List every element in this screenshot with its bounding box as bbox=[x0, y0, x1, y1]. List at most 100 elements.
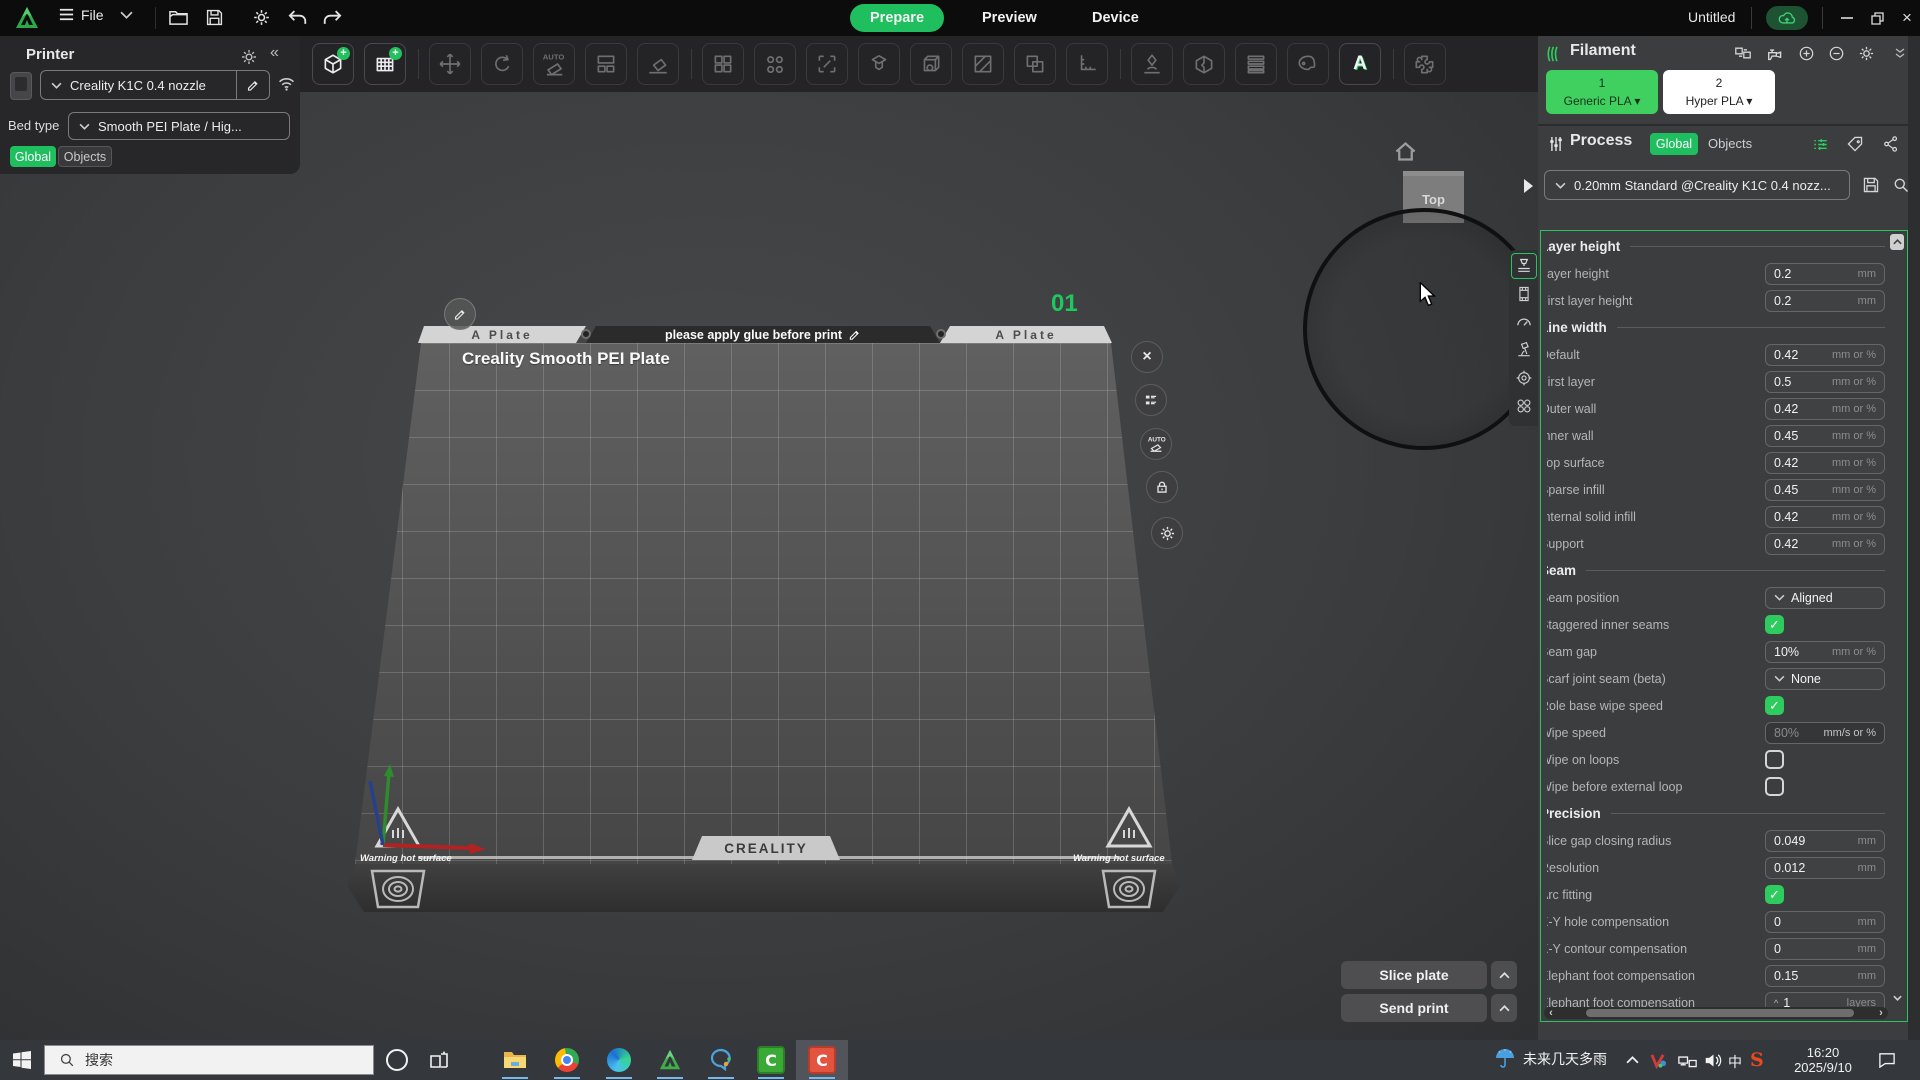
param-input[interactable]: 80%mm/s or % bbox=[1765, 722, 1885, 744]
cortana-button[interactable] bbox=[382, 1045, 412, 1075]
scope-tab-global[interactable]: Global bbox=[10, 146, 56, 167]
bed-type-select[interactable]: Smooth PEI Plate / Hig... bbox=[68, 112, 290, 140]
restore-button[interactable] bbox=[1862, 0, 1892, 36]
param-input[interactable]: 0.42mm or % bbox=[1765, 506, 1885, 528]
param-input[interactable]: 0.42mm or % bbox=[1765, 533, 1885, 555]
filament-settings-gear-icon[interactable] bbox=[1858, 45, 1875, 62]
slice-options-caret[interactable] bbox=[1491, 961, 1517, 989]
param-input[interactable]: 0.012mm bbox=[1765, 857, 1885, 879]
assembly-button[interactable] bbox=[858, 43, 900, 85]
tab-preview[interactable]: Preview bbox=[962, 4, 1057, 32]
edit-printer-pencil-icon[interactable] bbox=[246, 78, 260, 92]
rotate-button[interactable] bbox=[481, 43, 523, 85]
text-tool-button[interactable]: A bbox=[1339, 43, 1381, 85]
ime-indicator[interactable]: 中 bbox=[1728, 1052, 1742, 1072]
taskbar-app-app-green-c[interactable]: C bbox=[756, 1045, 786, 1075]
speaker-icon[interactable] bbox=[1704, 1052, 1723, 1069]
collapse-panel-icon[interactable]: « bbox=[270, 44, 279, 62]
tab-prepare[interactable]: Prepare bbox=[850, 4, 944, 32]
preset-tag-icon[interactable] bbox=[1846, 135, 1864, 153]
param-select[interactable]: None bbox=[1765, 668, 1885, 690]
save-preset-icon[interactable] bbox=[1862, 176, 1880, 194]
home-view-icon[interactable] bbox=[1393, 140, 1418, 163]
hidden-icons-chevron[interactable] bbox=[1626, 1055, 1639, 1064]
taskbar-app-chrome[interactable] bbox=[552, 1045, 582, 1075]
add-filament-icon[interactable] bbox=[1798, 45, 1815, 62]
arrange-button[interactable] bbox=[585, 43, 627, 85]
move-button[interactable] bbox=[429, 43, 471, 85]
3d-viewport[interactable]: A Plate please apply glue before print A… bbox=[0, 36, 1538, 1040]
scroll-left-arrow[interactable]: ‹ bbox=[1544, 1007, 1558, 1019]
taskbar-search[interactable]: 搜索 bbox=[44, 1045, 374, 1075]
scroll-right-arrow[interactable]: › bbox=[1874, 1007, 1888, 1019]
add-model-button[interactable]: + bbox=[312, 43, 354, 85]
param-input[interactable]: 0.42mm or % bbox=[1765, 452, 1885, 474]
weather-widget[interactable]: 未来几天多雨 bbox=[1494, 1048, 1607, 1070]
category-speed-icon[interactable] bbox=[1511, 309, 1537, 335]
remove-filament-icon[interactable] bbox=[1828, 45, 1845, 62]
split-to-parts-button[interactable] bbox=[754, 43, 796, 85]
param-table-icon[interactable] bbox=[1812, 136, 1829, 153]
task-view-button[interactable] bbox=[424, 1045, 454, 1075]
close-window-button[interactable]: × bbox=[1892, 0, 1920, 36]
scroll-down-button[interactable] bbox=[1890, 991, 1904, 1005]
send-print-button[interactable]: Send print bbox=[1341, 994, 1487, 1022]
undo-icon[interactable] bbox=[288, 9, 308, 26]
process-tab-global[interactable]: Global bbox=[1650, 133, 1698, 155]
lock-plate-button[interactable] bbox=[1146, 471, 1178, 503]
collapse-section-icon[interactable] bbox=[1894, 48, 1906, 58]
clock[interactable]: 16:20 2025/9/10 bbox=[1778, 1045, 1868, 1075]
tab-device[interactable]: Device bbox=[1072, 4, 1159, 32]
support-paint-button[interactable] bbox=[1131, 43, 1173, 85]
action-center-icon[interactable] bbox=[1878, 1052, 1896, 1068]
param-input[interactable]: 10%mm or % bbox=[1765, 641, 1885, 663]
param-checkbox[interactable]: ✓ bbox=[1765, 885, 1784, 904]
start-button[interactable] bbox=[13, 1051, 31, 1069]
param-input[interactable]: 0.42mm or % bbox=[1765, 344, 1885, 366]
plate-gear-button[interactable] bbox=[1151, 517, 1183, 549]
split-to-objects-button[interactable] bbox=[702, 43, 744, 85]
auto-orient-button[interactable]: AUTO bbox=[533, 43, 575, 85]
scroll-up-button[interactable] bbox=[1890, 234, 1904, 250]
printer-settings-gear-icon[interactable] bbox=[240, 48, 258, 66]
param-input[interactable]: 0.15mm bbox=[1765, 965, 1885, 987]
taskbar-app-creality-print[interactable] bbox=[655, 1045, 685, 1075]
tray-v-icon[interactable] bbox=[1650, 1052, 1667, 1069]
plate-tab-right[interactable]: A Plate bbox=[940, 326, 1112, 343]
printer-select[interactable]: Creality K1C 0.4 nozzle bbox=[40, 70, 270, 100]
texture-button[interactable] bbox=[962, 43, 1004, 85]
scope-tab-objects[interactable]: Objects bbox=[58, 146, 112, 167]
param-checkbox[interactable] bbox=[1765, 777, 1784, 796]
param-checkbox[interactable]: ✓ bbox=[1765, 615, 1784, 634]
category-seam-icon[interactable] bbox=[1511, 365, 1537, 391]
minimize-button[interactable] bbox=[1832, 0, 1862, 36]
lay-on-face-button[interactable] bbox=[637, 43, 679, 85]
color-paint-button[interactable] bbox=[1287, 43, 1329, 85]
share-params-icon[interactable] bbox=[1882, 135, 1900, 153]
hole-button[interactable] bbox=[910, 43, 952, 85]
boolean-button[interactable] bbox=[1014, 43, 1056, 85]
param-input[interactable]: 0.5mm or % bbox=[1765, 371, 1885, 393]
param-input[interactable]: 0.049mm bbox=[1765, 830, 1885, 852]
horizontal-scrollbar[interactable]: ‹ › bbox=[1544, 1007, 1888, 1019]
save-icon[interactable] bbox=[205, 8, 224, 27]
param-input[interactable]: 0.45mm or % bbox=[1765, 425, 1885, 447]
category-others-icon[interactable] bbox=[1511, 393, 1537, 419]
cut-button[interactable] bbox=[1183, 43, 1225, 85]
taskbar-app-file-explorer[interactable] bbox=[500, 1045, 530, 1075]
slice-plate-button[interactable]: Slice plate bbox=[1341, 961, 1487, 989]
taskbar-app-edge[interactable] bbox=[604, 1045, 634, 1075]
settings-gear-icon[interactable] bbox=[252, 8, 271, 27]
redo-icon[interactable] bbox=[322, 9, 342, 26]
plate-settings-button[interactable] bbox=[1135, 384, 1167, 416]
file-menu[interactable]: File bbox=[58, 6, 133, 23]
param-select[interactable]: Aligned bbox=[1765, 587, 1885, 609]
process-preset-select[interactable]: 0.20mm Standard @Creality K1C 0.4 nozz..… bbox=[1544, 170, 1850, 200]
network-icon[interactable] bbox=[1678, 1053, 1697, 1068]
open-file-icon[interactable] bbox=[168, 8, 189, 27]
param-input[interactable]: 0.2mm bbox=[1765, 290, 1885, 312]
filament-mapping-icon[interactable] bbox=[1734, 45, 1752, 61]
send-options-caret[interactable] bbox=[1491, 994, 1517, 1022]
filament-slot-2[interactable]: 2 Hyper PLA ▾ bbox=[1663, 70, 1775, 114]
category-strength-icon[interactable] bbox=[1511, 281, 1537, 307]
